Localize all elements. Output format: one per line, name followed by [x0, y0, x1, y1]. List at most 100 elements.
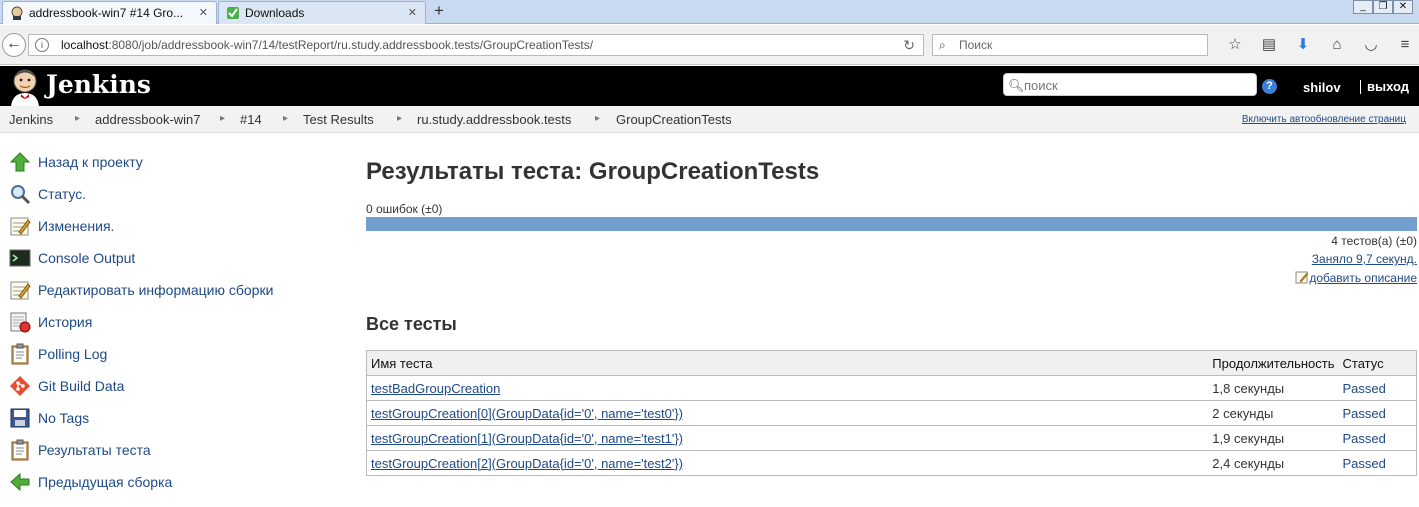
test-name-link[interactable]: testGroupCreation[2](GroupData{id='0', n…	[371, 456, 683, 471]
sidebar-item-label: Результаты теста	[38, 442, 151, 458]
browser-tab-downloads[interactable]: Downloads ✕	[218, 1, 426, 24]
menu-icon[interactable]: ≡	[1388, 35, 1419, 55]
sidebar-item-git-build-data[interactable]: Git Build Data	[9, 372, 329, 396]
sidebar-item-label: No Tags	[38, 410, 90, 426]
magnifier-icon	[11, 185, 31, 205]
sidebar-item-label: Polling Log	[38, 346, 108, 362]
auto-refresh-link[interactable]: Включить автообновление страниц	[1242, 114, 1406, 125]
terminal-icon	[9, 249, 31, 267]
reading-list-icon[interactable]: ▤	[1252, 35, 1286, 55]
sidebar-item-label: Изменения.	[38, 218, 115, 234]
sidebar-item-history[interactable]: История	[9, 308, 329, 333]
info-icon[interactable]: i	[35, 38, 49, 52]
sidebar-item-label: Git Build Data	[38, 378, 125, 394]
back-arrow-icon[interactable]: ←	[2, 33, 26, 57]
chevron-right-icon: ▸	[595, 113, 601, 124]
download-icon[interactable]: ⬇	[1286, 35, 1320, 55]
url-bar[interactable]: i localhost:8080/job/addressbook-win7/14…	[28, 34, 924, 56]
close-window-button[interactable]: ✕	[1393, 0, 1413, 14]
floppy-icon	[10, 408, 30, 428]
chevron-right-icon: ▸	[283, 113, 289, 124]
close-tab-icon[interactable]: ✕	[199, 6, 208, 19]
breadcrumb-item[interactable]: Test Results	[303, 112, 374, 127]
bookmark-star-icon[interactable]: ☆	[1218, 35, 1252, 55]
test-name-cell: testBadGroupCreation	[366, 375, 1209, 401]
test-name-link[interactable]: testGroupCreation[1](GroupData{id='0', n…	[371, 431, 683, 446]
url-host: localhost	[61, 38, 109, 52]
page-title: Результаты теста: GroupCreationTests	[366, 158, 820, 185]
notepad-icon	[10, 281, 31, 300]
sidebar-item-back-to-project[interactable]: Назад к проекту	[9, 148, 329, 172]
pocket-icon[interactable]: ◡	[1354, 35, 1388, 55]
url-path: :8080/job/addressbook-win7/14/testReport…	[108, 38, 594, 52]
column-header-status[interactable]: Статус	[1338, 350, 1417, 376]
test-duration-cell: 1,8 секунды	[1208, 375, 1339, 401]
table-header-row: Имя теста Продолжительность Статус	[366, 350, 1417, 376]
column-header-duration[interactable]: Продолжительность	[1208, 350, 1339, 376]
add-description-label: добавить описание	[1309, 271, 1417, 285]
test-count: 4 тестов(а) (±0)	[1331, 234, 1417, 248]
close-tab-icon[interactable]: ✕	[408, 6, 417, 19]
test-status-cell: Passed	[1338, 450, 1417, 476]
breadcrumb-item[interactable]: #14	[240, 112, 262, 127]
window-controls: _ ❐ ✕	[1353, 0, 1413, 14]
sidebar-item-no-tags[interactable]: No Tags	[9, 404, 329, 428]
tab-title: addressbook-win7 #14 Gro...	[29, 6, 184, 20]
test-name-link[interactable]: testBadGroupCreation	[371, 381, 500, 396]
user-link[interactable]: shilov	[1303, 80, 1341, 95]
results-table: Имя теста Продолжительность Статус testB…	[366, 350, 1417, 476]
breadcrumb-item[interactable]: Jenkins	[9, 112, 53, 127]
test-name-link[interactable]: testGroupCreation[0](GroupData{id='0', n…	[371, 406, 683, 421]
left-arrow-icon	[10, 472, 30, 492]
add-description-link[interactable]: добавить описание	[1295, 271, 1417, 285]
sidebar-item-changes[interactable]: Изменения.	[9, 212, 329, 236]
browser-tab-active[interactable]: addressbook-win7 #14 Gro... ✕	[2, 1, 217, 24]
breadcrumb-item[interactable]: ru.study.addressbook.tests	[417, 112, 571, 127]
logout-link[interactable]: выход	[1360, 80, 1409, 94]
breadcrumb-item[interactable]: addressbook-win7	[95, 112, 201, 127]
sidebar-item-test-results[interactable]: Результаты теста	[9, 436, 329, 461]
jenkins-favicon-icon	[11, 6, 23, 20]
history-icon	[10, 312, 31, 333]
toolbar-icons: ☆ ▤ ⬇ ⌂ ◡ ≡	[1218, 35, 1419, 55]
column-header-name[interactable]: Имя теста	[366, 350, 1209, 376]
table-row: testGroupCreation[0](GroupData{id='0', n…	[366, 400, 1417, 426]
chevron-right-icon: ▸	[75, 113, 81, 124]
help-icon[interactable]: ?	[1262, 79, 1277, 94]
breadcrumb-item[interactable]: GroupCreationTests	[616, 112, 732, 127]
downloads-favicon-icon	[227, 7, 239, 19]
reload-icon[interactable]: ↻	[903, 35, 915, 55]
sidebar-item-label: Назад к проекту	[38, 154, 143, 170]
test-name-cell: testGroupCreation[1](GroupData{id='0', n…	[366, 425, 1209, 451]
test-status-cell: Passed	[1338, 400, 1417, 426]
new-tab-button[interactable]: +	[434, 1, 444, 21]
clipboard-icon	[11, 439, 29, 461]
home-icon[interactable]: ⌂	[1320, 35, 1354, 55]
sidebar-item-edit-build-info[interactable]: Редактировать информацию сборки	[9, 276, 329, 300]
table-row: testGroupCreation[1](GroupData{id='0', n…	[366, 425, 1417, 451]
git-icon	[10, 376, 30, 396]
test-status-cell: Passed	[1338, 375, 1417, 401]
jenkins-search-input[interactable]: 🔍︎ поиск	[1003, 73, 1257, 96]
all-tests-heading: Все тесты	[366, 314, 457, 334]
maximize-button[interactable]: ❐	[1373, 0, 1393, 14]
minimize-button[interactable]: _	[1353, 0, 1373, 14]
sidebar-item-previous-build[interactable]: Предыдущая сборка	[9, 468, 329, 492]
duration-link[interactable]: Заняло 9,7 секунд.	[1312, 252, 1417, 266]
jenkins-brand[interactable]: Jenkins	[46, 70, 151, 99]
sidebar-item-label: Console Output	[38, 250, 136, 266]
up-arrow-icon	[9, 152, 31, 172]
search-engine-icon[interactable]: ⌕	[939, 35, 946, 55]
test-name-cell: testGroupCreation[2](GroupData{id='0', n…	[366, 450, 1209, 476]
jenkins-header: Jenkins 🔍︎ поиск ? shilov выход	[0, 66, 1419, 106]
jenkins-search-placeholder: поиск	[1024, 78, 1058, 93]
browser-search-input[interactable]: ⌕ Поиск	[932, 34, 1208, 56]
sidebar-item-label: Редактировать информацию сборки	[38, 282, 274, 298]
sidebar-item-status[interactable]: Статус.	[9, 180, 329, 205]
sidebar-item-polling-log[interactable]: Polling Log	[9, 340, 329, 365]
jenkins-butler-logo-icon[interactable]	[8, 68, 42, 106]
sidebar-item-console-output[interactable]: Console Output	[9, 244, 329, 268]
test-progress-bar	[366, 217, 1417, 231]
chevron-right-icon: ▸	[397, 113, 403, 124]
clipboard-icon	[11, 343, 29, 365]
